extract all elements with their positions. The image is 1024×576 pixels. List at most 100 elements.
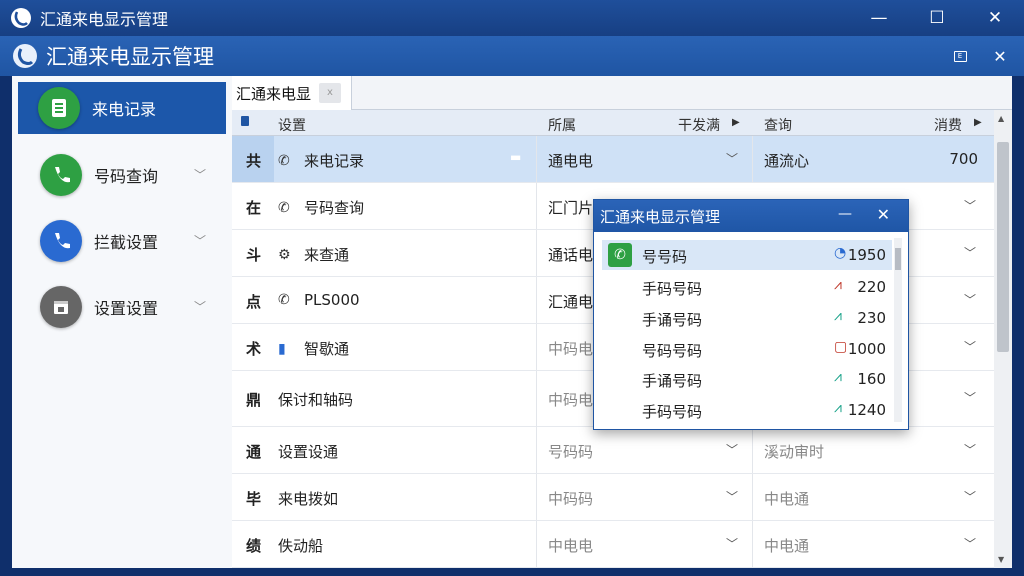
scroll-thumb[interactable] [997, 142, 1009, 352]
maximize-button[interactable]: ☐ [908, 0, 966, 36]
table-scrollbar[interactable]: ▲ ▼ [994, 110, 1012, 568]
row-index: 毕 [246, 490, 262, 508]
chevron-down-icon[interactable]: ﹀ [964, 244, 976, 261]
popup-title: 汇通来电显示管理 [600, 207, 721, 226]
signal-icon: ⩘ [834, 308, 842, 324]
popup-item-value: 230 [857, 309, 886, 327]
row-name: 号码查询 [304, 199, 365, 217]
sort-icon[interactable]: ▶ [974, 117, 982, 128]
chevron-down-icon[interactable]: ﹀ [964, 535, 976, 552]
popup-scrollbar[interactable] [894, 238, 902, 422]
column-header[interactable]: 查询 [764, 115, 792, 135]
row-name: 来电拨如 [278, 490, 339, 508]
chevron-down-icon[interactable]: ﹀ [726, 535, 738, 552]
column-header[interactable]: 所属 [548, 115, 576, 135]
table-header: 设置 所属 干发满 ▶ 查询 消费 ▶ [232, 110, 994, 136]
column-header[interactable]: 消费 [934, 115, 962, 135]
box-icon: ▢ [834, 339, 848, 355]
chevron-down-icon[interactable]: ﹀ [726, 488, 738, 505]
popup-item-value: 220 [857, 278, 886, 296]
chevron-down-icon[interactable]: ﹀ [964, 338, 976, 355]
chevron-down-icon[interactable]: ﹀ [194, 166, 206, 183]
row-index: 鼎 [246, 391, 262, 409]
popup-item-label: 号码号码 [642, 342, 703, 360]
signal-icon: ⩘ [834, 369, 842, 385]
row-cell: 中码电 [548, 340, 594, 358]
app-logo-icon [11, 8, 31, 28]
popup-list-item[interactable]: 手诵号码 ⩘ 160 [602, 364, 892, 394]
sidebar-item-call-log[interactable]: 来电记录 [18, 82, 226, 134]
row-cell: 中码电 [548, 391, 594, 409]
app-header: 汇通来电显示管理 E ✕ [0, 36, 1024, 76]
popup-list-item[interactable]: 手码号码 ⩘ 1240 [602, 395, 892, 425]
phone-icon: ✆ [278, 292, 290, 308]
title-bar: 汇通来电显示管理 — ☐ ✕ [0, 0, 1024, 36]
popup-list-item[interactable]: 手码号码 ⩘ 220 [602, 272, 892, 302]
sidebar-item-label: 设置设置 [94, 299, 159, 318]
row-name: PLS000 [304, 291, 360, 309]
phone-icon [40, 220, 82, 262]
row-cell: 溪动审时 [764, 443, 825, 461]
row-cell: 号码码 [548, 443, 594, 461]
tab-close-icon[interactable]: x [319, 83, 342, 103]
window-title: 汇通来电显示管理 [40, 10, 169, 29]
tab-bar: 汇通来电显 x [232, 76, 1012, 110]
close-icon[interactable]: ✕ [986, 42, 1014, 70]
popup-list-item[interactable]: 手诵号码 ⩘ 230 [602, 303, 892, 333]
table-row[interactable]: 通 设置设通 号码码 ﹀ 溪动审时 ﹀ [232, 427, 994, 474]
popup-header: 汇通来电显示管理 — ✕ [594, 200, 908, 232]
popup-item-label: 手码号码 [642, 280, 703, 298]
popup-window: 汇通来电显示管理 — ✕ ✆ 号号码 ◔ 1950 手码号码 ⩘ 220 手诵号… [593, 199, 909, 430]
chevron-down-icon[interactable]: ﹀ [194, 232, 206, 249]
sidebar-item-label: 号码查询 [94, 167, 159, 186]
signal-icon: ⩘ [834, 277, 842, 293]
sidebar-item-block-settings[interactable]: 拦截设置 ﹀ [12, 210, 232, 272]
row-cell: 通话电 [548, 246, 594, 264]
row-index: 共 [246, 152, 262, 170]
restore-icon[interactable]: E [946, 42, 974, 70]
sidebar-item-settings[interactable]: 设置设置 ﹀ [12, 276, 232, 338]
scroll-down-icon[interactable]: ▼ [998, 555, 1004, 564]
phone-icon: ✆ [608, 243, 632, 267]
sidebar-item-label: 来电记录 [92, 100, 157, 119]
popup-list-item[interactable]: ✆ 号号码 ◔ 1950 [602, 240, 892, 270]
minimize-icon[interactable]: — [838, 206, 852, 222]
row-index: 点 [246, 293, 262, 311]
chevron-down-icon[interactable]: ﹀ [194, 298, 206, 315]
chevron-down-icon[interactable]: ﹀ [964, 441, 976, 458]
clock-icon: ◔ [834, 245, 847, 261]
chevron-down-icon[interactable]: ﹀ [964, 197, 976, 214]
column-header[interactable]: 干发满 [678, 115, 720, 135]
scroll-up-icon[interactable]: ▲ [998, 114, 1004, 123]
tab-label: 汇通来电显 [236, 84, 312, 103]
dropdown-icon[interactable]: ▬ [510, 150, 521, 164]
popup-list-item[interactable]: 号码号码 ▢ 1000 [602, 334, 892, 364]
popup-item-value: 160 [857, 370, 886, 388]
close-button[interactable]: ✕ [966, 0, 1024, 36]
header-title: 汇通来电显示管理 [46, 45, 214, 69]
phone-icon: ✆ [278, 199, 290, 216]
close-icon[interactable]: ✕ [877, 205, 890, 224]
row-name: 来查通 [304, 246, 350, 264]
table-row[interactable]: 共 ✆ 来电记录 ▬ 通电电 ﹀ 通流心 700 [232, 136, 994, 183]
sidebar-item-number-lookup[interactable]: 号码查询 ﹀ [12, 144, 232, 206]
row-index: 斗 [246, 246, 262, 264]
chevron-down-icon[interactable]: ﹀ [964, 291, 976, 308]
document-icon: ▮ [278, 340, 286, 357]
popup-item-label: 手诵号码 [642, 311, 703, 329]
chevron-down-icon[interactable]: ﹀ [964, 488, 976, 505]
tab-caller-display[interactable]: 汇通来电显 x [232, 76, 352, 110]
table-row[interactable]: 绩 佚动船 中电电 ﹀ 中电通 ﹀ [232, 521, 994, 568]
row-name: 智歇通 [304, 340, 350, 358]
chevron-down-icon[interactable]: ﹀ [964, 389, 976, 406]
minimize-button[interactable]: — [850, 0, 908, 36]
row-index: 绩 [246, 537, 262, 555]
column-header[interactable]: 设置 [278, 115, 306, 135]
scroll-thumb[interactable] [895, 248, 901, 270]
table-row[interactable]: 毕 来电拨如 中码码 ﹀ 中电通 ﹀ [232, 474, 994, 521]
sort-icon[interactable]: ▶ [732, 117, 740, 128]
row-cell: 汇门片 [548, 199, 594, 217]
chevron-down-icon[interactable]: ﹀ [726, 150, 738, 167]
row-cell: 通电电 [548, 152, 594, 170]
chevron-down-icon[interactable]: ﹀ [726, 441, 738, 458]
